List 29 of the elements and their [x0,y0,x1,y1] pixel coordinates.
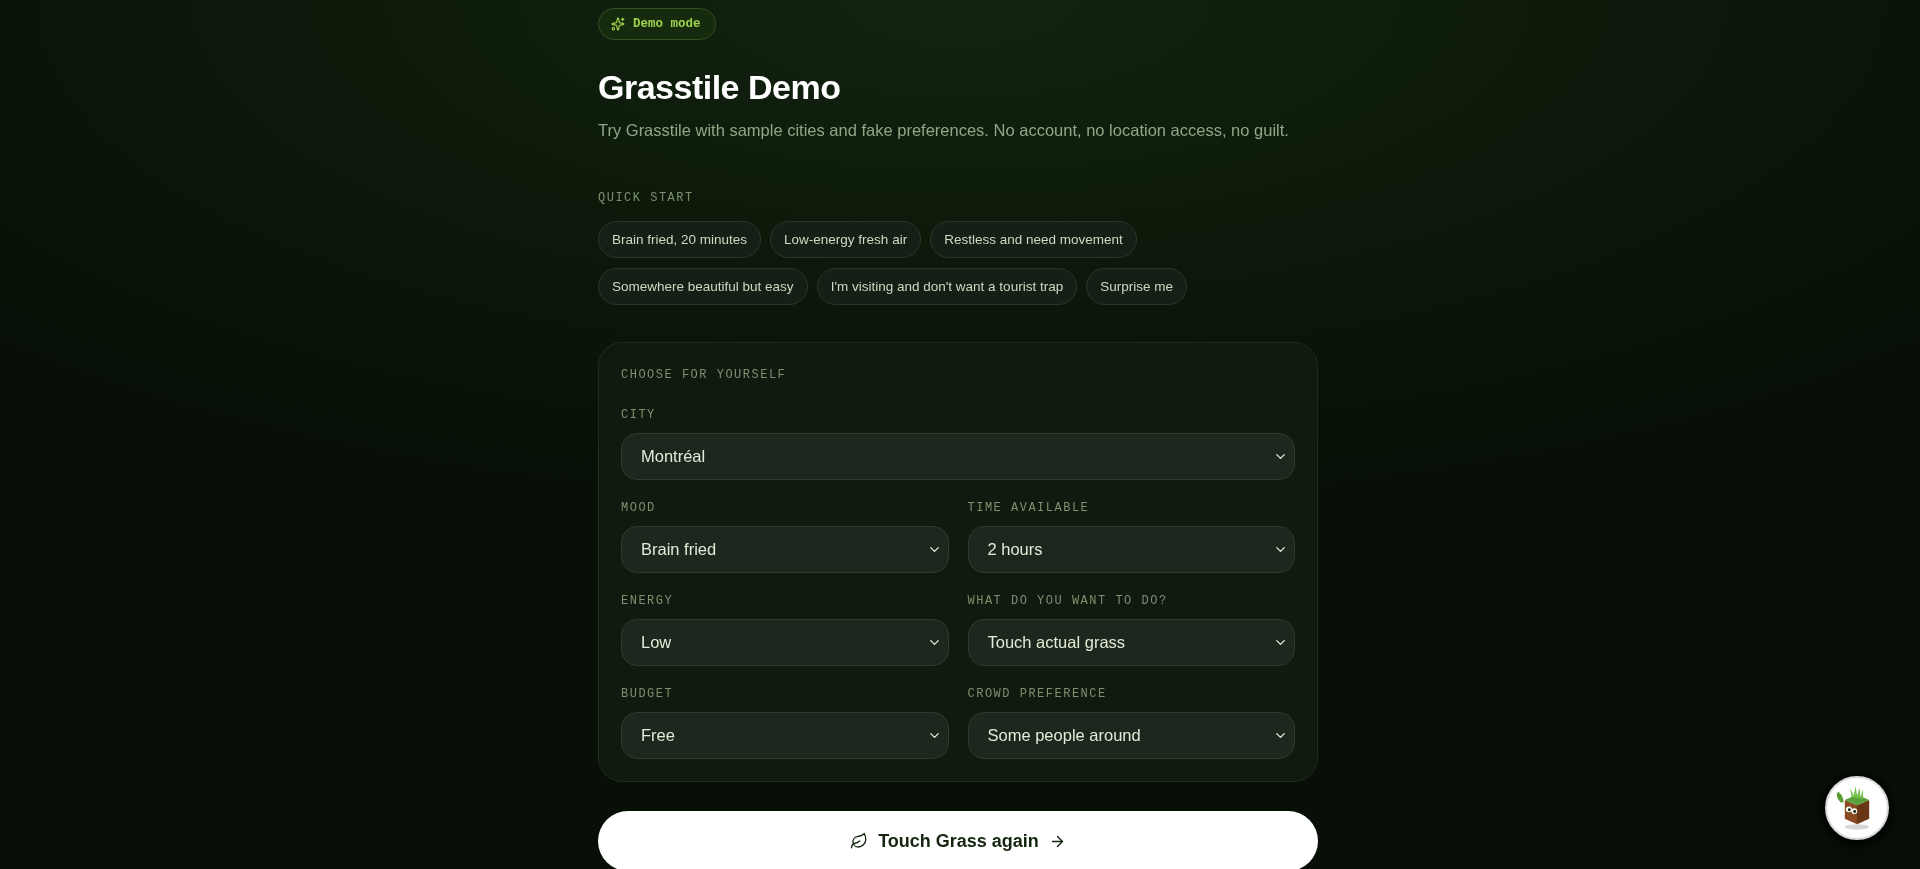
field-label: ENERGY [621,593,674,609]
quick-start-chip[interactable]: I'm visiting and don't want a tourist trap [816,268,1078,305]
section-heading: QUICK START [598,190,694,206]
leaf-icon [850,832,869,850]
page-subtitle: Try Grasstile with sample cities and fake preferences. No account, no location access, no guilt. [598,120,1290,141]
quick-start-chip[interactable]: Restless and need movement [930,221,1137,258]
touch-grass-button[interactable]: Touch Grass again [598,811,1318,869]
quick-start-chip[interactable]: Low-energy fresh air [770,221,922,258]
demo-mode-label: Demo mode [633,17,701,31]
field-label: MOOD [621,500,656,516]
form-heading: CHOOSE FOR YOURSELF [621,367,787,383]
dropdown-select[interactable]: Brain fried [621,526,949,573]
field-label: WHAT DO YOU WANT TO DO? [967,593,1168,609]
dropdown-select[interactable]: 2 hours [967,526,1295,573]
quick-start-chip[interactable]: Surprise me [1086,268,1187,305]
field-label: TIME AVAILABLE [967,500,1090,516]
quick-start-chip[interactable]: Brain fried, 20 minutes [598,221,762,258]
dropdown-select[interactable]: Free [621,712,949,759]
sparkles-icon [611,17,625,31]
field-label: CROWD PREFERENCE [967,686,1107,702]
dropdown-select[interactable]: Touch actual grass [967,619,1295,666]
field-label: CITY [621,407,656,423]
dropdown-select[interactable]: Some people around [967,712,1295,759]
page-title: Grasstile Demo [598,67,842,108]
city-select[interactable]: Montréal [621,433,1295,480]
field-label: BUDGET [621,686,674,702]
mascot-button[interactable] [1825,776,1889,840]
dropdown-select[interactable]: Low [621,619,949,666]
quick-start-chip[interactable]: Somewhere beautiful but easy [598,268,808,305]
